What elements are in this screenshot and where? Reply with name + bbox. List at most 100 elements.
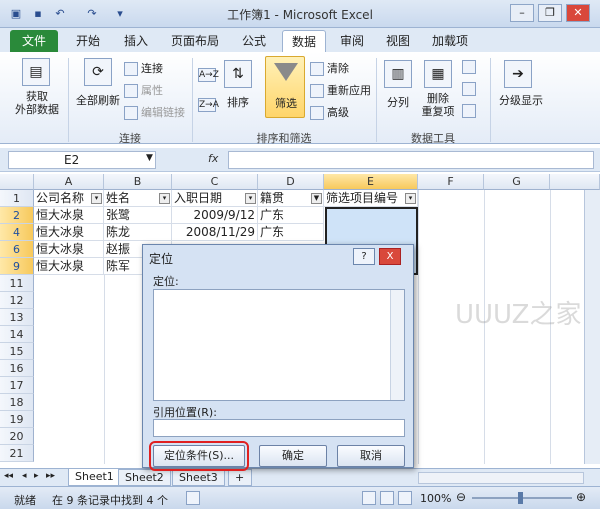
cell-c4[interactable]: 2008/11/29 [172, 224, 258, 241]
tab-home[interactable]: 开始 [66, 30, 110, 52]
column-header-d[interactable]: D [258, 174, 324, 190]
filter-dropdown-icon[interactable]: ▾ [159, 193, 170, 204]
row-header[interactable]: 13 [0, 309, 34, 326]
special-button[interactable]: 定位条件(S)... [149, 441, 249, 471]
tab-file[interactable]: 文件 [10, 30, 58, 52]
insert-function-icon[interactable]: fx [208, 152, 218, 165]
column-header-f[interactable]: F [418, 174, 484, 190]
cell-a4[interactable]: 恒大冰泉 [34, 224, 104, 241]
cell-a2[interactable]: 恒大冰泉 [34, 207, 104, 224]
consolidate-button[interactable] [462, 82, 479, 96]
zoom-out-icon[interactable]: ⊖ [456, 490, 466, 504]
row-header[interactable]: 1 [0, 190, 34, 207]
column-header-a[interactable]: A [34, 174, 104, 190]
tab-view[interactable]: 视图 [378, 30, 418, 52]
page-layout-view-icon[interactable] [380, 491, 397, 505]
properties-button[interactable]: 属性 [124, 82, 163, 98]
dialog-help-button[interactable]: ? [353, 248, 375, 265]
refresh-all-button[interactable]: 全部刷新 [72, 92, 124, 108]
last-sheet-icon[interactable]: ▸▸ [46, 471, 55, 481]
cell-c1[interactable]: 入职日期 ▾ [172, 190, 258, 207]
advanced-button[interactable]: 高级 [310, 104, 349, 120]
list-scrollbar[interactable] [390, 290, 404, 400]
zoom-slider-thumb[interactable] [518, 492, 523, 504]
name-box[interactable]: E2 [8, 151, 156, 169]
sheet-tab-3[interactable]: Sheet3 [172, 469, 225, 486]
reference-input[interactable] [153, 419, 405, 437]
column-header-e[interactable]: E [324, 174, 418, 190]
what-if-button[interactable] [462, 104, 479, 118]
row-header[interactable]: 17 [0, 377, 34, 394]
row-header[interactable]: 16 [0, 360, 34, 377]
zoom-level[interactable]: 100% [420, 492, 451, 505]
sort-az-button[interactable]: A→Z [198, 68, 219, 82]
insert-sheet-icon[interactable]: + [228, 469, 252, 486]
tab-review[interactable]: 审阅 [332, 30, 372, 52]
column-header-b[interactable]: B [104, 174, 172, 190]
prev-sheet-icon[interactable]: ◂ [22, 471, 27, 481]
filter-dropdown-icon[interactable]: ▾ [405, 193, 416, 204]
tab-page-layout[interactable]: 页面布局 [164, 30, 226, 52]
filter-button[interactable]: 筛选 [265, 56, 305, 118]
column-header-h[interactable] [550, 174, 600, 190]
row-header[interactable]: 14 [0, 326, 34, 343]
row-header[interactable]: 12 [0, 292, 34, 309]
tab-addins[interactable]: 加载项 [424, 30, 476, 52]
cell-d1[interactable]: 籍贯 ▼ [258, 190, 324, 207]
tab-formulas[interactable]: 公式 [232, 30, 276, 52]
cell-d4[interactable]: 广东 [258, 224, 324, 241]
cell-a1[interactable]: 公司名称 ▾ [34, 190, 104, 207]
row-header[interactable]: 2 [0, 207, 34, 224]
sheet-tab-1[interactable]: Sheet1 [68, 469, 121, 486]
row-header[interactable]: 11 [0, 275, 34, 292]
tab-data[interactable]: 数据 [282, 30, 326, 52]
vertical-scrollbar[interactable] [584, 190, 600, 464]
cancel-button[interactable]: 取消 [337, 445, 405, 467]
cell-a6[interactable]: 恒大冰泉 [34, 241, 104, 258]
cell-c2[interactable]: 2009/9/12 [172, 207, 258, 224]
close-button[interactable]: ✕ [566, 4, 590, 22]
row-header[interactable]: 6 [0, 241, 34, 258]
goto-list[interactable] [153, 289, 405, 401]
zoom-in-icon[interactable]: ⊕ [576, 490, 586, 504]
filter-dropdown-icon[interactable]: ▾ [245, 193, 256, 204]
cell-d2[interactable]: 广东 [258, 207, 324, 224]
minimize-button[interactable]: – [510, 4, 534, 22]
normal-view-icon[interactable] [362, 491, 379, 505]
dialog-close-button[interactable]: X [379, 248, 401, 265]
restore-button[interactable]: ❐ [538, 4, 562, 22]
row-header[interactable]: 9 [0, 258, 34, 275]
formula-input[interactable] [228, 151, 594, 169]
edit-links-button[interactable]: 编辑链接 [124, 104, 185, 120]
remove-duplicates-button[interactable]: 删除 重复项 [414, 92, 462, 118]
row-header[interactable]: 20 [0, 428, 34, 445]
cell-b1[interactable]: 姓名 ▾ [104, 190, 172, 207]
sort-za-button[interactable]: Z→A [198, 98, 219, 112]
cell-a9[interactable]: 恒大冰泉 [34, 258, 104, 275]
row-header[interactable]: 4 [0, 224, 34, 241]
sheet-tab-2[interactable]: Sheet2 [118, 469, 171, 486]
row-header[interactable]: 21 [0, 445, 34, 462]
filter-dropdown-icon[interactable]: ▾ [91, 193, 102, 204]
reapply-button[interactable]: 重新应用 [310, 82, 371, 98]
text-to-columns-button[interactable]: 分列 [382, 94, 414, 110]
row-header[interactable]: 19 [0, 411, 34, 428]
cell-e1[interactable]: 筛选项目编号 ▾ [324, 190, 418, 207]
filter-active-icon[interactable]: ▼ [311, 193, 322, 204]
tab-insert[interactable]: 插入 [114, 30, 158, 52]
page-break-view-icon[interactable] [398, 491, 415, 505]
row-header[interactable]: 18 [0, 394, 34, 411]
namebox-dropdown-icon[interactable]: ▼ [146, 153, 153, 163]
column-header-g[interactable]: G [484, 174, 550, 190]
horizontal-scrollbar[interactable] [418, 472, 584, 484]
connections-button[interactable]: 连接 [124, 60, 163, 76]
cell-b4[interactable]: 陈龙 [104, 224, 172, 241]
cell-b2[interactable]: 张鹭 [104, 207, 172, 224]
next-sheet-icon[interactable]: ▸ [34, 471, 39, 481]
ok-button[interactable]: 确定 [259, 445, 327, 467]
sort-button[interactable]: 排序 [224, 94, 252, 110]
column-header-c[interactable]: C [172, 174, 258, 190]
data-validation-button[interactable] [462, 60, 479, 74]
outline-button[interactable]: 分级显示 [492, 92, 550, 108]
get-external-data-button[interactable]: 获取 外部数据 [8, 90, 66, 116]
